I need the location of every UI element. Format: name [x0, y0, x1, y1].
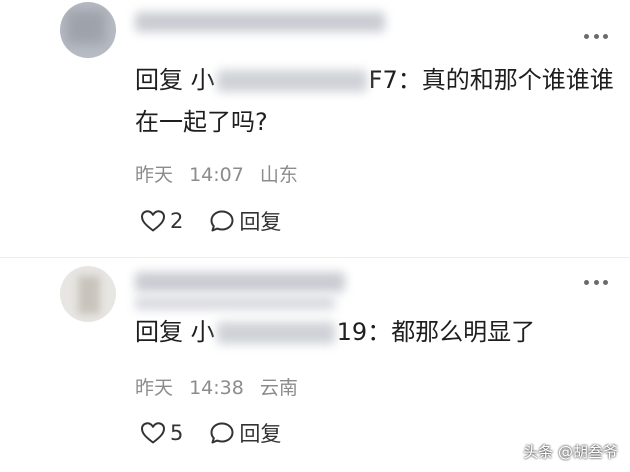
comment-time: 14:38 [189, 377, 244, 399]
reply-button[interactable]: 回复 [209, 206, 281, 236]
reply-button[interactable]: 回复 [209, 418, 281, 448]
separator: ： [367, 318, 392, 346]
like-button[interactable]: 2 [140, 209, 183, 233]
comment-meta: 昨天 14:07 山东 [135, 160, 298, 187]
comment-item: 回复 小 19：都那么明显了 昨天 14:38 云南 5 回复 [0, 258, 630, 472]
mention-start[interactable]: 小 [191, 66, 215, 94]
comment-text: 回复 小 19：都那么明显了 [135, 311, 615, 353]
username-redacted [135, 272, 345, 292]
more-dots-icon[interactable] [584, 278, 608, 286]
reply-body: 都那么明显了 [391, 318, 536, 346]
comment-text: 回复 小 F7：真的和那个谁谁谁在一起了吗? [135, 59, 615, 143]
comment-actions: 2 回复 [140, 206, 281, 236]
comment-location: 山东 [259, 164, 298, 186]
comment-item: 回复 小 F7：真的和那个谁谁谁在一起了吗? 昨天 14:07 山东 2 回复 [0, 0, 630, 258]
mention-redacted [216, 70, 367, 92]
username-redacted [135, 296, 335, 310]
comment-time: 14:07 [189, 164, 244, 186]
heart-outline-icon [141, 210, 165, 232]
comment-date: 昨天 [135, 377, 174, 399]
comment-location: 云南 [259, 377, 298, 399]
reply-prefix: 回复 [135, 66, 183, 94]
watermark: 头条 @胡叁爷 [523, 443, 618, 461]
like-count: 5 [170, 421, 184, 445]
comment-meta: 昨天 14:38 云南 [135, 373, 298, 400]
avatar[interactable] [60, 2, 116, 58]
like-button[interactable]: 5 [140, 421, 183, 445]
heart-outline-icon [141, 422, 165, 444]
mention-end[interactable]: F7 [369, 66, 398, 94]
mention-start[interactable]: 小 [191, 318, 215, 346]
like-count: 2 [170, 209, 184, 233]
mention-redacted [216, 322, 335, 344]
username-redacted [135, 12, 385, 32]
reply-label: 回复 [239, 210, 282, 234]
speech-bubble-icon [210, 210, 234, 232]
more-dots-icon[interactable] [584, 32, 608, 40]
avatar[interactable] [60, 266, 116, 322]
mention-end[interactable]: 19 [337, 318, 368, 346]
speech-bubble-icon [210, 422, 234, 444]
reply-prefix: 回复 [135, 318, 183, 346]
comment-date: 昨天 [135, 164, 174, 186]
reply-label: 回复 [239, 422, 282, 446]
separator: ： [397, 66, 422, 94]
comment-actions: 5 回复 [140, 418, 281, 448]
